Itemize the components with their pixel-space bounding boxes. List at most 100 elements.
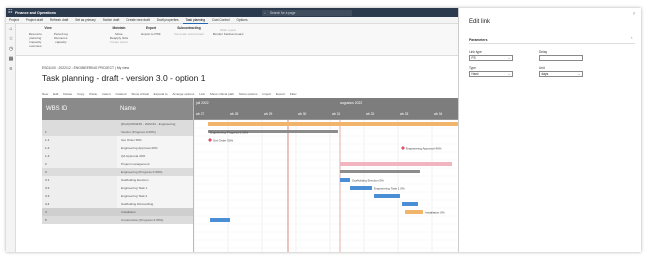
unit-label: Unit [539,66,545,70]
name-cell: Installation [117,208,193,216]
table-row[interactable]: 1.2 Engineering Approval 40% [42,144,193,152]
tab-set-as-primary[interactable]: Set as primary [72,17,99,24]
table-row[interactable]: 1.3 QA Approval 40% [42,152,193,160]
menu-tabs: Project Project draft Refresh draft Set … [6,17,458,24]
week-label: wk 30 [298,112,307,116]
tab-refresh-draft[interactable]: Refresh draft [47,17,71,24]
paste-button[interactable]: Paste [89,91,97,97]
edit-button[interactable]: Edit [53,91,58,97]
chevron-down-icon: ⌄ [577,72,581,76]
indent-button[interactable]: Indent [102,91,111,97]
home-icon[interactable]: ⌂ [6,24,16,34]
task-bar[interactable] [340,162,452,166]
table-row[interactable]: 3.2 Engineering Task 1 [42,184,193,192]
table-row[interactable]: [Draft] 0001150 - 2022/12 - Engineering [42,120,193,128]
ribbon-group-title: Subcontracting [177,26,201,30]
tab-project[interactable]: Project [6,17,22,24]
resource-planning-button[interactable]: Resource planning [24,32,47,40]
milestone-marker[interactable] [401,146,405,150]
import-button[interactable]: Import [262,91,271,97]
wbs-cell: 3.3 [42,192,117,200]
chevron-up-icon[interactable]: ⌃ [630,37,633,41]
link-button[interactable]: Link [199,91,205,97]
filter-button[interactable]: Filter [290,91,297,97]
task-bar[interactable] [340,178,350,182]
table-row[interactable]: 4 Installation [42,208,193,216]
monitor-kanban-button[interactable]: Monitor Kanban board [212,32,244,36]
outdent-button[interactable]: Outdent [116,91,127,97]
delay-input[interactable] [539,55,583,61]
task-grid: WBS ID Name [Draft] 0001150 - 2022/12 - … [42,98,194,252]
gantt-canvas[interactable]: juli 2022 augustus 2022 wk 27 wk 28 wk 29 wk … [194,98,458,252]
timeline-header[interactable] [194,98,458,120]
export-button[interactable]: Export [276,91,285,97]
list-icon[interactable]: ≡ [6,64,16,74]
milestone-marker[interactable] [208,138,212,142]
table-row[interactable]: 1.1 Get Order 50% [42,136,193,144]
tab-options[interactable]: Options [234,17,251,24]
name-cell: Engineering (Progress 0.00%) [117,168,193,176]
show-options-button[interactable]: Show options [239,91,258,97]
task-bar[interactable] [350,186,372,190]
unit-select[interactable]: days ⌄ [539,71,583,77]
tab-switch-draft[interactable]: Switch draft [100,17,123,24]
ribbon-group-export: Export Export to PDF [140,26,162,36]
tab-project-draft[interactable]: Project draft [23,17,46,24]
generate-subcontract-button[interactable]: Generate subcontract [174,32,204,36]
app-title: Finance and Operations [15,10,56,15]
task-bar[interactable] [405,210,423,214]
tab-task-planning[interactable]: Task planning [182,17,209,24]
bar-label: Installation 0% [425,211,445,215]
tab-create-new-draft[interactable]: Create new draft [123,17,153,24]
type-select[interactable]: Hard ⌄ [469,71,513,77]
table-row[interactable]: 3.1 Scaffolding Erection [42,176,193,184]
bar-label: Engineering Approval 40% [406,147,442,151]
workspace-icon[interactable]: ▦ [6,54,16,64]
parameters-section[interactable]: Parameters ⌃ [469,37,635,44]
resource-capacity-button[interactable]: Resource capacity [50,36,72,44]
name-cell: Get Order 50% [117,136,193,144]
link-type-label: Link type [469,50,482,54]
app-frame: ☷ Finance and Operations ⌕ Search for a … [6,8,641,252]
link-type-select[interactable]: FS ⌄ [469,55,513,61]
expand-to-button[interactable]: Expand to [154,91,168,97]
show-critical-button[interactable]: Show critical [131,91,148,97]
name-cell: QA Approval 40% [117,152,193,160]
task-bar[interactable] [374,194,400,198]
create-action-button[interactable]: Create action [108,40,130,44]
show-critical-path-button[interactable]: Show critical path [210,91,234,97]
table-row[interactable]: 2 Project management [42,160,193,168]
task-bar[interactable] [210,218,230,222]
star-icon[interactable]: ☆ [6,34,16,44]
arrange-options-button[interactable]: Arrange options [172,91,194,97]
waffle-icon[interactable]: ☷ [8,10,13,15]
wbs-cell: 3 [42,168,117,176]
capacity-overview-button[interactable]: Capacity overview [24,40,47,48]
wbs-cell: 1.3 [42,152,117,160]
table-row[interactable]: 3.4 Scaffolding Dismantling [42,200,193,208]
clock-icon[interactable]: ◷ [6,44,16,54]
help-icon[interactable]: ? [633,11,635,16]
table-row[interactable]: 3 Engineering (Progress 0.00%) [42,168,193,176]
task-bar[interactable] [402,202,418,206]
tab-cost-control[interactable]: Cost Control [209,17,233,24]
table-row[interactable]: 1 Vendor (Progress 0.00%) [42,128,193,136]
table-row[interactable]: 5 Construction (Progress 0.00%) [42,216,193,224]
edit-link-panel: ? Edit link Parameters ⌃ Link type FS ⌄ … [458,8,641,252]
tab-draft-properties[interactable]: Draft properties [154,17,182,24]
breadcrumb[interactable]: ES01100 : 2022/12 : ENGINEERING PROJECT … [42,66,129,70]
ribbon-group-maintain: Maintain Move Reapply links Create actio… [108,26,130,44]
task-bar[interactable] [208,122,458,126]
ribbon: View Resource planning Capacity overview… [16,24,458,56]
col-header-wbs[interactable]: WBS ID [46,106,67,112]
name-cell: Vendor (Progress 0.00%) [117,128,193,136]
task-bar[interactable] [340,170,420,173]
col-header-name[interactable]: Name [120,106,136,112]
search-input[interactable]: ⌕ Search for a page [262,9,352,16]
table-row[interactable]: 3.3 Engineering Task 2 [42,192,193,200]
delete-button[interactable]: Delete [63,91,72,97]
copy-button[interactable]: Copy [77,91,84,97]
export-to-pdf-button[interactable]: Export to PDF [140,32,162,36]
new-button[interactable]: New [42,91,48,97]
gantt-chart[interactable]: juli 2022 augustus 2022 wk 27 wk 28 wk 29 wk … [194,98,458,252]
